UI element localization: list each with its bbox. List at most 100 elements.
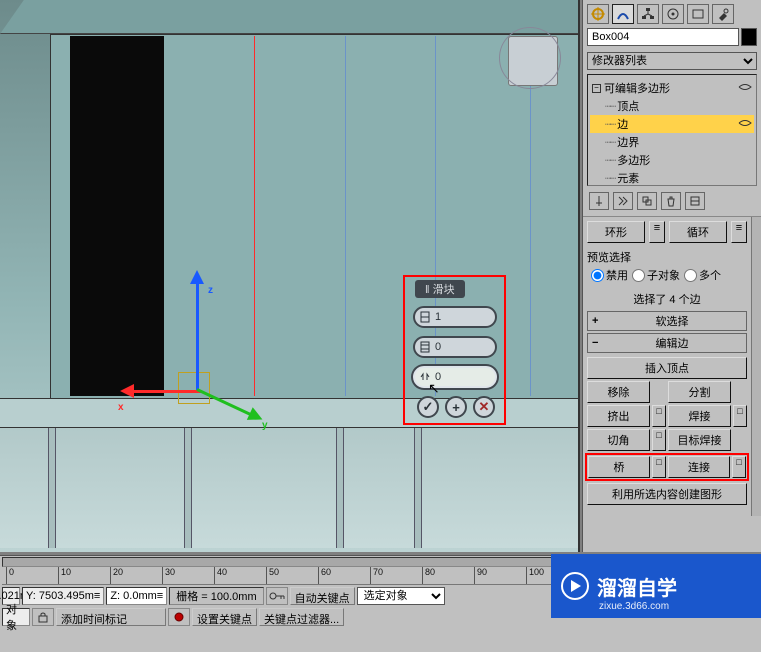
gizmo-z-axis[interactable] [196, 282, 199, 390]
display-tab[interactable] [687, 4, 709, 24]
eye-icon[interactable] [738, 118, 752, 131]
gizmo-plane[interactable] [178, 372, 210, 404]
radio-multi-input[interactable] [684, 269, 697, 282]
caddy-ok-button[interactable]: ✓ [417, 396, 439, 418]
caddy-apply-button[interactable]: + [445, 396, 467, 418]
remove-modifier-button[interactable] [661, 192, 681, 210]
caddy-title[interactable]: ‖ 滑块 [415, 280, 465, 298]
connect-segments-field[interactable]: 1 [413, 306, 497, 328]
viewport[interactable]: z x y ‖ 滑块 1 0 0 ↖ ✓ + ✕ [0, 0, 580, 552]
modifier-stack[interactable]: − 可编辑多边形 ┈┈顶点 ┈┈边 ┈┈边界 ┈┈多边形 ┈┈元素 [587, 74, 757, 186]
slide-icon [419, 371, 431, 383]
gizmo-x-axis[interactable] [132, 390, 202, 393]
key-icon[interactable] [266, 587, 288, 605]
model-leg [184, 428, 192, 548]
object-color-swatch[interactable] [741, 28, 757, 46]
ruler-tick: 90 [474, 567, 487, 585]
radio-multi[interactable]: 多个 [684, 267, 721, 283]
target-weld-button[interactable]: 目标焊接 [668, 429, 731, 451]
make-unique-button[interactable] [637, 192, 657, 210]
collapse-icon[interactable]: − [592, 84, 601, 93]
viewcube[interactable] [508, 36, 558, 86]
expand-icon: + [592, 315, 602, 327]
ring-spinner[interactable]: ≡ [649, 221, 665, 243]
subobj-polygon[interactable]: ┈┈多边形 [590, 151, 754, 169]
bridge-button[interactable]: 桥 [588, 456, 650, 478]
subobj-border[interactable]: ┈┈边界 [590, 133, 754, 151]
collapse-icon: − [592, 337, 602, 349]
stack-label: 可编辑多边形 [604, 80, 670, 96]
radio-disable[interactable]: 禁用 [591, 267, 628, 283]
auto-key-button[interactable]: 自动关键点 [290, 587, 355, 605]
object-name-input[interactable] [587, 28, 739, 46]
remove-button[interactable]: 移除 [587, 381, 650, 403]
set-key-icon[interactable] [168, 608, 190, 626]
z-coord[interactable]: Z: 0.0mm≡ [106, 587, 167, 605]
weld-settings-button[interactable]: □ [733, 405, 747, 427]
watermark-brand: 溜溜自学 [597, 572, 677, 601]
lock-icon[interactable] [32, 608, 54, 626]
extrude-button[interactable]: 挤出 [587, 405, 650, 427]
radio-subobj-input[interactable] [632, 269, 645, 282]
split-button[interactable]: 分割 [668, 381, 731, 403]
subobj-element[interactable]: ┈┈元素 [590, 169, 754, 187]
loop-button[interactable]: 循环 [669, 221, 727, 243]
set-key-button[interactable]: 设置关键点 [192, 608, 257, 626]
connect-button[interactable]: 连接 [668, 456, 730, 478]
pin-stack-button[interactable] [589, 192, 609, 210]
subobj-vertex[interactable]: ┈┈顶点 [590, 97, 754, 115]
axis-label-y: y [262, 420, 268, 431]
radio-disable-input[interactable] [591, 269, 604, 282]
chamfer-button[interactable]: 切角 [587, 429, 650, 451]
preview-selection-group: 预览选择 禁用 子对象 多个 [587, 247, 747, 283]
radio-subobject[interactable]: 子对象 [632, 267, 680, 283]
selection-target-dropdown[interactable]: 选定对象 [357, 587, 445, 605]
caddy-cancel-button[interactable]: ✕ [473, 396, 495, 418]
create-tab[interactable] [587, 4, 609, 24]
guide-edge [345, 36, 346, 396]
timeline-area: 0 10 20 30 40 50 60 70 80 90 100 .021r Y… [0, 555, 761, 652]
connect-settings-button[interactable]: □ [732, 456, 746, 478]
weld-button[interactable]: 焊接 [668, 405, 731, 427]
modify-tab[interactable] [612, 4, 634, 24]
axis-label-z: z [208, 285, 213, 296]
stack-item-editable-poly[interactable]: − 可编辑多边形 [590, 79, 754, 97]
ring-button[interactable]: 环形 [587, 221, 645, 243]
edit-edges-rollout[interactable]: − 编辑边 [587, 333, 747, 353]
watermark-url: zixue.3d66.com [599, 601, 669, 612]
hierarchy-tab[interactable] [637, 4, 659, 24]
pinch-icon [419, 341, 431, 353]
watermark: 溜溜自学 zixue.3d66.com [551, 554, 761, 618]
object-label: 对象 [2, 608, 30, 626]
soft-selection-rollout[interactable]: + 软选择 [587, 311, 747, 331]
show-end-result-button[interactable] [613, 192, 633, 210]
eye-icon[interactable] [738, 82, 752, 95]
tree-dash-icon: ┈┈ [605, 100, 614, 113]
motion-tab[interactable] [662, 4, 684, 24]
model-leg [48, 428, 56, 548]
loop-spinner[interactable]: ≡ [731, 221, 747, 243]
selected-edge[interactable] [254, 36, 255, 396]
add-time-tag-button[interactable]: 添加时间标记 [56, 608, 166, 626]
play-icon [561, 572, 589, 600]
chamfer-settings-button[interactable]: □ [652, 429, 666, 451]
segments-value: 1 [435, 311, 441, 323]
key-filters-button[interactable]: 关键点过滤器... [259, 608, 344, 626]
insert-vertex-button[interactable]: 插入顶点 [587, 357, 747, 379]
subobj-edge[interactable]: ┈┈边 [590, 115, 754, 133]
bridge-settings-button[interactable]: □ [652, 456, 666, 478]
connect-slide-field[interactable]: 0 [413, 366, 497, 388]
extrude-settings-button[interactable]: □ [652, 405, 666, 427]
y-coord[interactable]: Y: 7503.495m≡ [22, 587, 104, 605]
ruler-tick: 10 [58, 567, 71, 585]
model-slot [70, 36, 120, 396]
selection-count: 选择了 4 个边 [583, 287, 751, 311]
rollout-scrollbar[interactable] [751, 217, 761, 516]
modifier-list-dropdown[interactable]: 修改器列表 [587, 52, 757, 70]
configure-button[interactable] [685, 192, 705, 210]
axis-label-x: x [118, 402, 124, 413]
connect-pinch-field[interactable]: 0 [413, 336, 497, 358]
create-shape-button[interactable]: 利用所选内容创建图形 [587, 483, 747, 505]
ruler-tick: 20 [110, 567, 123, 585]
utilities-tab[interactable] [712, 4, 734, 24]
